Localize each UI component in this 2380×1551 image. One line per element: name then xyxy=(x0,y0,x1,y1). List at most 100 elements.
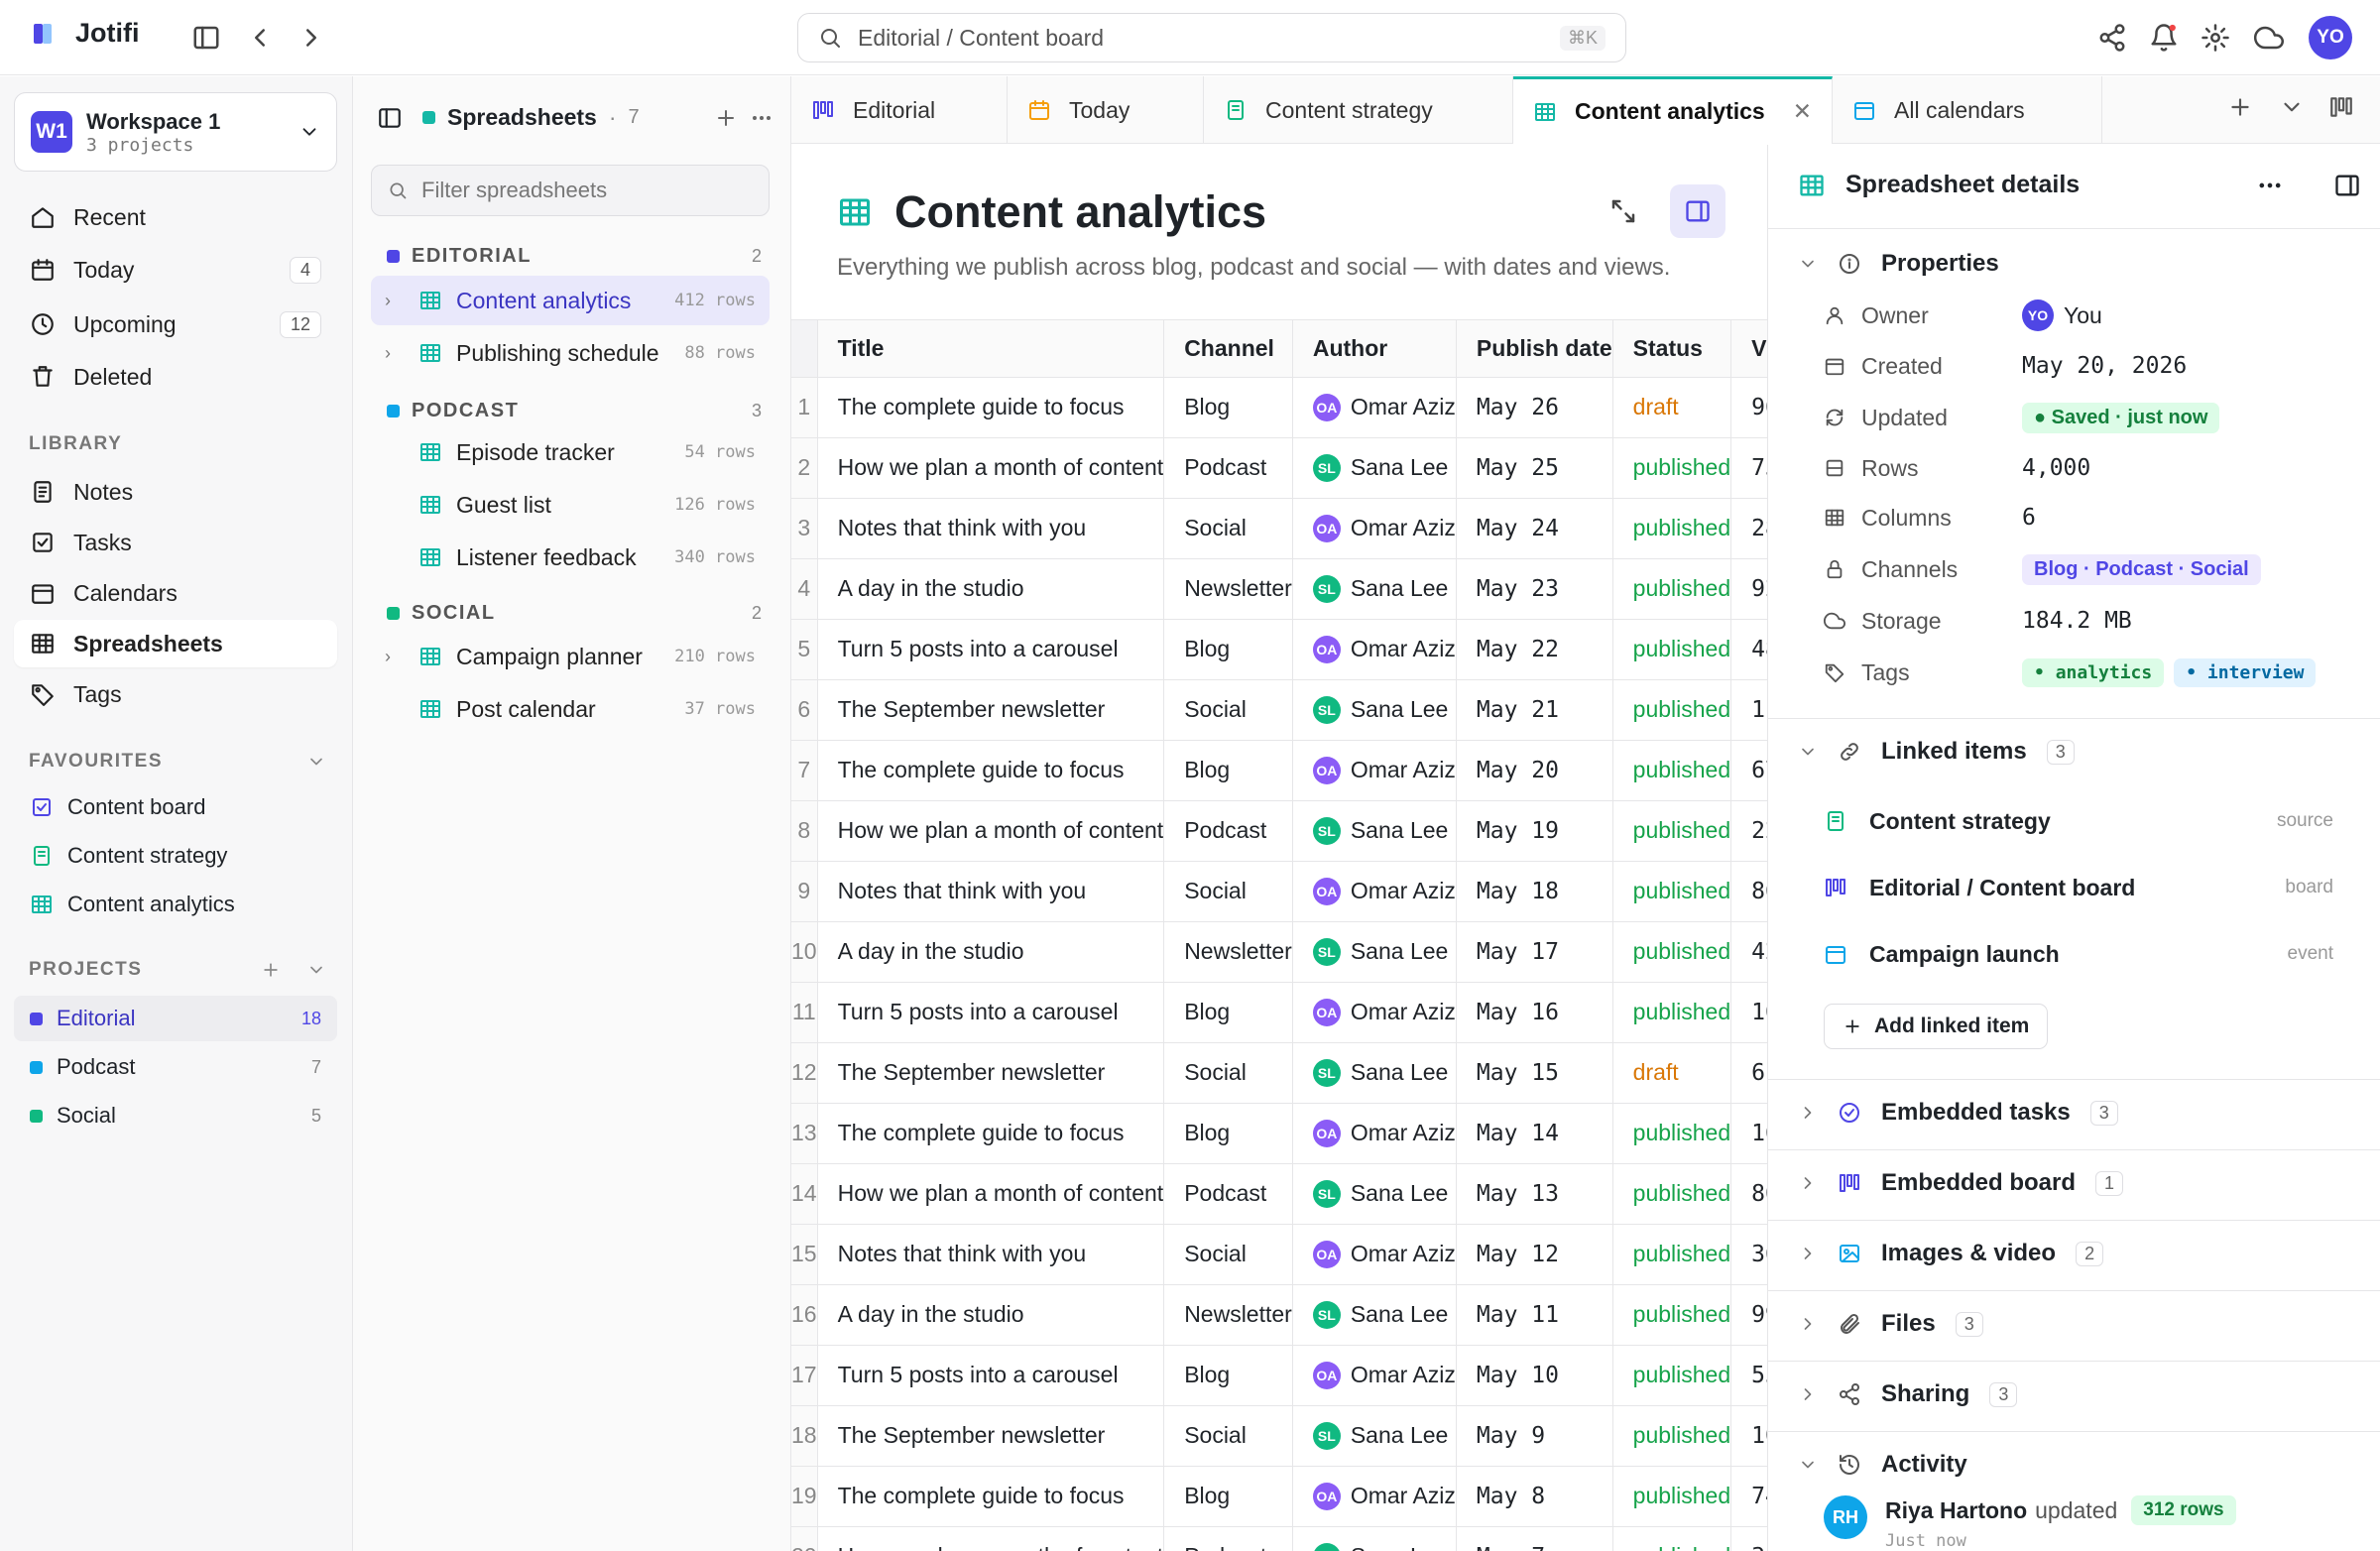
cell-title[interactable]: Turn 5 posts into a carousel xyxy=(817,982,1165,1043)
cell-channel[interactable]: Blog xyxy=(1163,1466,1293,1527)
spreadsheet-item-post-calendar[interactable]: Post calendar 37 rows xyxy=(371,684,770,734)
cell-date[interactable]: May 17 xyxy=(1456,921,1613,983)
nav-recent[interactable]: Recent xyxy=(14,193,337,241)
tab-content-strategy[interactable]: Content strategy xyxy=(1204,76,1513,144)
add-linked-item-button[interactable]: Add linked item xyxy=(1824,1004,2049,1049)
cell-channel[interactable]: Newsletter xyxy=(1163,1284,1293,1346)
details-panel-toggle[interactable] xyxy=(1670,184,1726,238)
cell-author[interactable]: SL Sana Lee xyxy=(1292,1042,1457,1104)
table-row[interactable]: 18 The September newsletter Social SL Sana L… xyxy=(791,1405,1767,1467)
cell-title[interactable]: How we plan a month of content xyxy=(817,1163,1165,1225)
nav-notes[interactable]: Notes xyxy=(14,468,337,516)
table-row[interactable]: 8 How we plan a month of content Podcast SL… xyxy=(791,800,1767,862)
table-row[interactable]: 19 The complete guide to focus Blog OA Omar … xyxy=(791,1466,1767,1527)
nav-spreadsheets[interactable]: Spreadsheets xyxy=(14,620,337,667)
cell-channel[interactable]: Podcast xyxy=(1163,437,1293,499)
cell-views[interactable]: 6120 views xyxy=(1730,1042,1767,1104)
fav-content-strategy[interactable]: Content strategy xyxy=(14,833,337,879)
column-header[interactable]: Status xyxy=(1612,320,1732,378)
cell-views[interactable]: 1680 views xyxy=(1730,1103,1767,1164)
cell-channel[interactable]: Social xyxy=(1163,679,1293,741)
table-row[interactable]: 16 A day in the studio Newsletter SL Sana Le… xyxy=(791,1284,1767,1346)
table-row[interactable]: 17 Turn 5 posts into a carousel Blog OA Omar… xyxy=(791,1345,1767,1406)
cell-status[interactable]: published xyxy=(1612,1345,1732,1406)
expand-icon[interactable] xyxy=(1608,196,1638,226)
column-header[interactable]: Author xyxy=(1292,320,1457,378)
cell-views[interactable]: 5520 views xyxy=(1730,1345,1767,1406)
cell-views[interactable]: 9240 views xyxy=(1730,558,1767,620)
tag-pill[interactable]: • analytics xyxy=(2022,657,2165,687)
cell-author[interactable]: SL Sana Lee xyxy=(1292,921,1457,983)
cell-status[interactable]: published xyxy=(1612,1526,1732,1551)
table-row[interactable]: 4A day in the studio Newsletter SL Sana Lee… xyxy=(791,558,1767,620)
tab-content-analytics[interactable]: Content analytics ✕ xyxy=(1513,76,1833,144)
cell-status[interactable]: published xyxy=(1612,679,1732,741)
back-arrow-icon[interactable] xyxy=(242,20,278,56)
cell-views[interactable]: 11160 views xyxy=(1730,679,1767,741)
cell-title[interactable]: The complete guide to focus xyxy=(817,1103,1165,1164)
panel-toggle-icon[interactable] xyxy=(377,105,403,131)
cell-views[interactable]: 4200 views xyxy=(1730,921,1767,983)
table-row[interactable]: 14 How we plan a month of content Podcast S… xyxy=(791,1163,1767,1225)
chevron-right-icon[interactable]: › xyxy=(385,291,405,311)
chevron-down-icon[interactable] xyxy=(2279,94,2305,120)
sidebar-toggle-icon[interactable] xyxy=(188,20,224,56)
spreadsheet-item-listener-feedback[interactable]: Listener feedback 340 rows xyxy=(371,533,770,582)
cell-author[interactable]: OA Omar Aziz xyxy=(1292,377,1457,438)
table-row[interactable]: 10 A day in the studio Newsletter SL Sana Le… xyxy=(791,921,1767,983)
cell-channel[interactable]: Blog xyxy=(1163,1103,1293,1164)
spreadsheet-item-episode-tracker[interactable]: Episode tracker 54 rows xyxy=(371,427,770,477)
cell-views[interactable]: 7440 views xyxy=(1730,1466,1767,1527)
cell-channel[interactable]: Blog xyxy=(1163,377,1293,438)
nav-tags[interactable]: Tags xyxy=(14,670,337,718)
spreadsheet-item-publishing-schedule[interactable]: › Publishing schedule 88 rows xyxy=(371,328,770,378)
cell-date[interactable]: May 19 xyxy=(1456,800,1613,862)
cell-status[interactable]: published xyxy=(1612,558,1732,620)
bell-icon[interactable] xyxy=(2146,20,2182,56)
cell-title[interactable]: Turn 5 posts into a carousel xyxy=(817,1345,1165,1406)
cell-status[interactable]: published xyxy=(1612,498,1732,559)
more-icon[interactable] xyxy=(2256,172,2284,199)
cell-date[interactable]: May 21 xyxy=(1456,679,1613,741)
tab-all-calendars[interactable]: All calendars xyxy=(1833,76,2102,144)
table-row[interactable]: 15 Notes that think with you Social OA Omar … xyxy=(791,1224,1767,1285)
cell-author[interactable]: SL Sana Lee xyxy=(1292,679,1457,741)
embedded-tasks-section-header[interactable]: Embedded tasks 3 xyxy=(1798,1099,2361,1127)
cell-channel[interactable]: Blog xyxy=(1163,740,1293,801)
cell-channel[interactable]: Podcast xyxy=(1163,1526,1293,1551)
table-row[interactable]: 3 Notes that think with you Social OA Omar A… xyxy=(791,498,1767,559)
table-row[interactable]: 9 Notes that think with you Social OA Omar A… xyxy=(791,861,1767,922)
cell-date[interactable]: May 26 xyxy=(1456,377,1613,438)
cell-views[interactable]: 8640 views xyxy=(1730,861,1767,922)
search-input[interactable]: Editorial / Content board ⌘K xyxy=(797,13,1626,62)
cell-status[interactable]: draft xyxy=(1612,1042,1732,1104)
property-value[interactable]: You xyxy=(2064,302,2102,329)
cell-status[interactable]: published xyxy=(1612,619,1732,680)
tab-editorial[interactable]: Editorial xyxy=(791,76,1008,144)
cell-views[interactable]: 2280 views xyxy=(1730,800,1767,862)
cell-views[interactable]: 3600 views xyxy=(1730,1224,1767,1285)
spreadsheet-item-guest-list[interactable]: Guest list 126 rows xyxy=(371,480,770,530)
table-row[interactable]: 11 Turn 5 posts into a carousel Blog OA Omar… xyxy=(791,982,1767,1043)
gear-icon[interactable] xyxy=(2198,20,2233,56)
cell-title[interactable]: A day in the studio xyxy=(817,1284,1165,1346)
workspace-switcher[interactable]: W1 Workspace 1 3 projects xyxy=(14,92,337,172)
cell-channel[interactable]: Blog xyxy=(1163,1345,1293,1406)
activity-user[interactable]: Riya Hartono xyxy=(1885,1497,2027,1524)
cell-date[interactable]: May 22 xyxy=(1456,619,1613,680)
project-social[interactable]: Social 5 xyxy=(14,1093,337,1138)
table-row[interactable]: 6 The September newsletter Social SL Sana Le… xyxy=(791,679,1767,741)
cell-author[interactable]: SL Sana Lee xyxy=(1292,1526,1457,1551)
chevron-right-icon[interactable]: › xyxy=(385,647,405,667)
cell-views[interactable]: 6720 views xyxy=(1730,740,1767,801)
cell-date[interactable]: May 16 xyxy=(1456,982,1613,1043)
cell-status[interactable]: published xyxy=(1612,1405,1732,1467)
project-editorial[interactable]: Editorial 18 xyxy=(14,996,337,1041)
cell-date[interactable]: May 8 xyxy=(1456,1466,1613,1527)
cell-views[interactable]: 8040 views xyxy=(1730,1163,1767,1225)
cell-date[interactable]: May 20 xyxy=(1456,740,1613,801)
cell-title[interactable]: How we plan a month of content xyxy=(817,1526,1165,1551)
nav-deleted[interactable]: Deleted xyxy=(14,353,337,401)
cell-author[interactable]: OA Omar Aziz xyxy=(1292,1466,1457,1527)
cell-date[interactable]: May 23 xyxy=(1456,558,1613,620)
